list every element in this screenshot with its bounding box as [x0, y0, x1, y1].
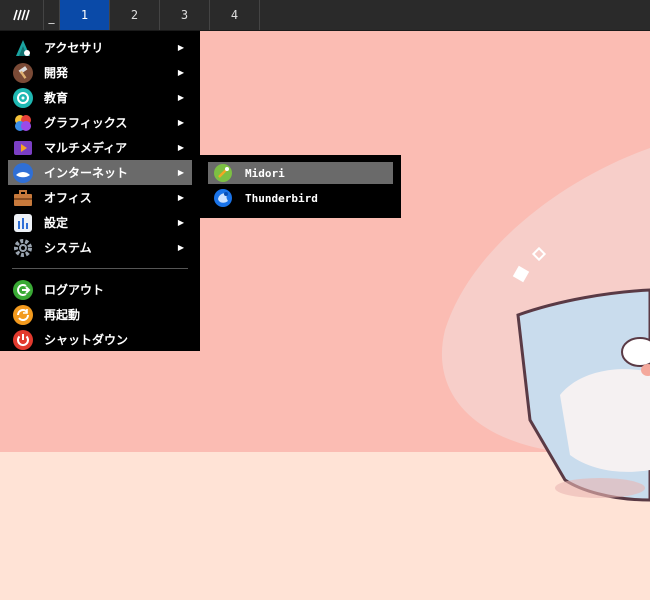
menu-item-label: 教育	[44, 91, 69, 105]
submenu-item-midori[interactable]: Midori	[208, 162, 393, 184]
submenu-arrow-icon: ▶	[177, 118, 184, 127]
main-menu: アクセサリ ▶ 開発 ▶ 教育 ▶ グラフィックス ▶ マルチメディア ▶ イン…	[0, 31, 200, 351]
menu-item-logout[interactable]: ログアウト	[8, 277, 192, 302]
submenu-arrow-icon: ▶	[177, 193, 184, 202]
app-menu-button[interactable]	[0, 0, 44, 30]
internet-submenu: Midori Thunderbird	[200, 155, 401, 218]
workspace-4[interactable]: 4	[210, 0, 260, 30]
submenu-arrow-icon: ▶	[177, 243, 184, 252]
thunderbird-icon	[213, 188, 233, 208]
menu-item-education[interactable]: 教育 ▶	[8, 85, 192, 110]
menu-item-accessories[interactable]: アクセサリ ▶	[8, 35, 192, 60]
internet-icon	[12, 162, 34, 184]
submenu-arrow-icon: ▶	[177, 93, 184, 102]
menu-item-label: システム	[44, 241, 92, 255]
workspace-2[interactable]: 2	[110, 0, 160, 30]
settings-icon	[12, 212, 34, 234]
menu-item-label: ログアウト	[44, 283, 105, 297]
submenu-arrow-icon: ▶	[177, 68, 184, 77]
menu-item-label: インターネット	[44, 166, 129, 180]
menu-item-label: アクセサリ	[44, 41, 104, 55]
menu-item-label: 開発	[44, 66, 69, 80]
submenu-arrow-icon: ▶	[177, 218, 184, 227]
submenu-item-thunderbird[interactable]: Thunderbird	[208, 187, 393, 209]
submenu-arrow-icon: ▶	[177, 143, 184, 152]
menu-item-system[interactable]: システム ▶	[8, 235, 192, 260]
education-icon	[12, 87, 34, 109]
power-icon	[12, 329, 34, 351]
menu-separator	[12, 268, 188, 269]
panel-separator[interactable]: _	[44, 0, 60, 30]
menu-item-label: オフィス	[44, 191, 92, 205]
multimedia-icon	[12, 137, 34, 159]
workspace-1[interactable]: 1	[60, 0, 110, 30]
accessories-icon	[12, 37, 34, 59]
menu-item-label: シャットダウン	[44, 333, 129, 347]
top-panel: _ 1 2 3 4	[0, 0, 650, 31]
menu-item-development[interactable]: 開発 ▶	[8, 60, 192, 85]
menu-item-label: グラフィックス	[44, 116, 128, 130]
gear-icon	[12, 237, 34, 259]
menu-item-label: マルチメディア	[44, 141, 128, 155]
midori-icon	[213, 163, 233, 183]
workspace-3[interactable]: 3	[160, 0, 210, 30]
menu-item-label: 設定	[44, 216, 69, 230]
menu-item-office[interactable]: オフィス ▶	[8, 185, 192, 210]
menu-item-restart[interactable]: 再起動	[8, 302, 192, 327]
restart-icon	[12, 304, 34, 326]
app-menu-icon	[12, 9, 30, 21]
logout-icon	[12, 279, 34, 301]
menu-item-graphics[interactable]: グラフィックス ▶	[8, 110, 192, 135]
menu-item-label: 再起動	[44, 308, 81, 322]
briefcase-icon	[12, 187, 34, 209]
submenu-item-label: Thunderbird	[245, 191, 318, 205]
graphics-icon	[12, 112, 34, 134]
hammer-icon	[12, 62, 34, 84]
submenu-arrow-icon: ▶	[177, 43, 184, 52]
submenu-arrow-icon: ▶	[177, 168, 184, 177]
submenu-item-label: Midori	[245, 166, 285, 180]
menu-item-settings[interactable]: 設定 ▶	[8, 210, 192, 235]
menu-item-internet[interactable]: インターネット ▶	[8, 160, 192, 185]
menu-item-multimedia[interactable]: マルチメディア ▶	[8, 135, 192, 160]
menu-item-shutdown[interactable]: シャットダウン	[8, 327, 192, 352]
